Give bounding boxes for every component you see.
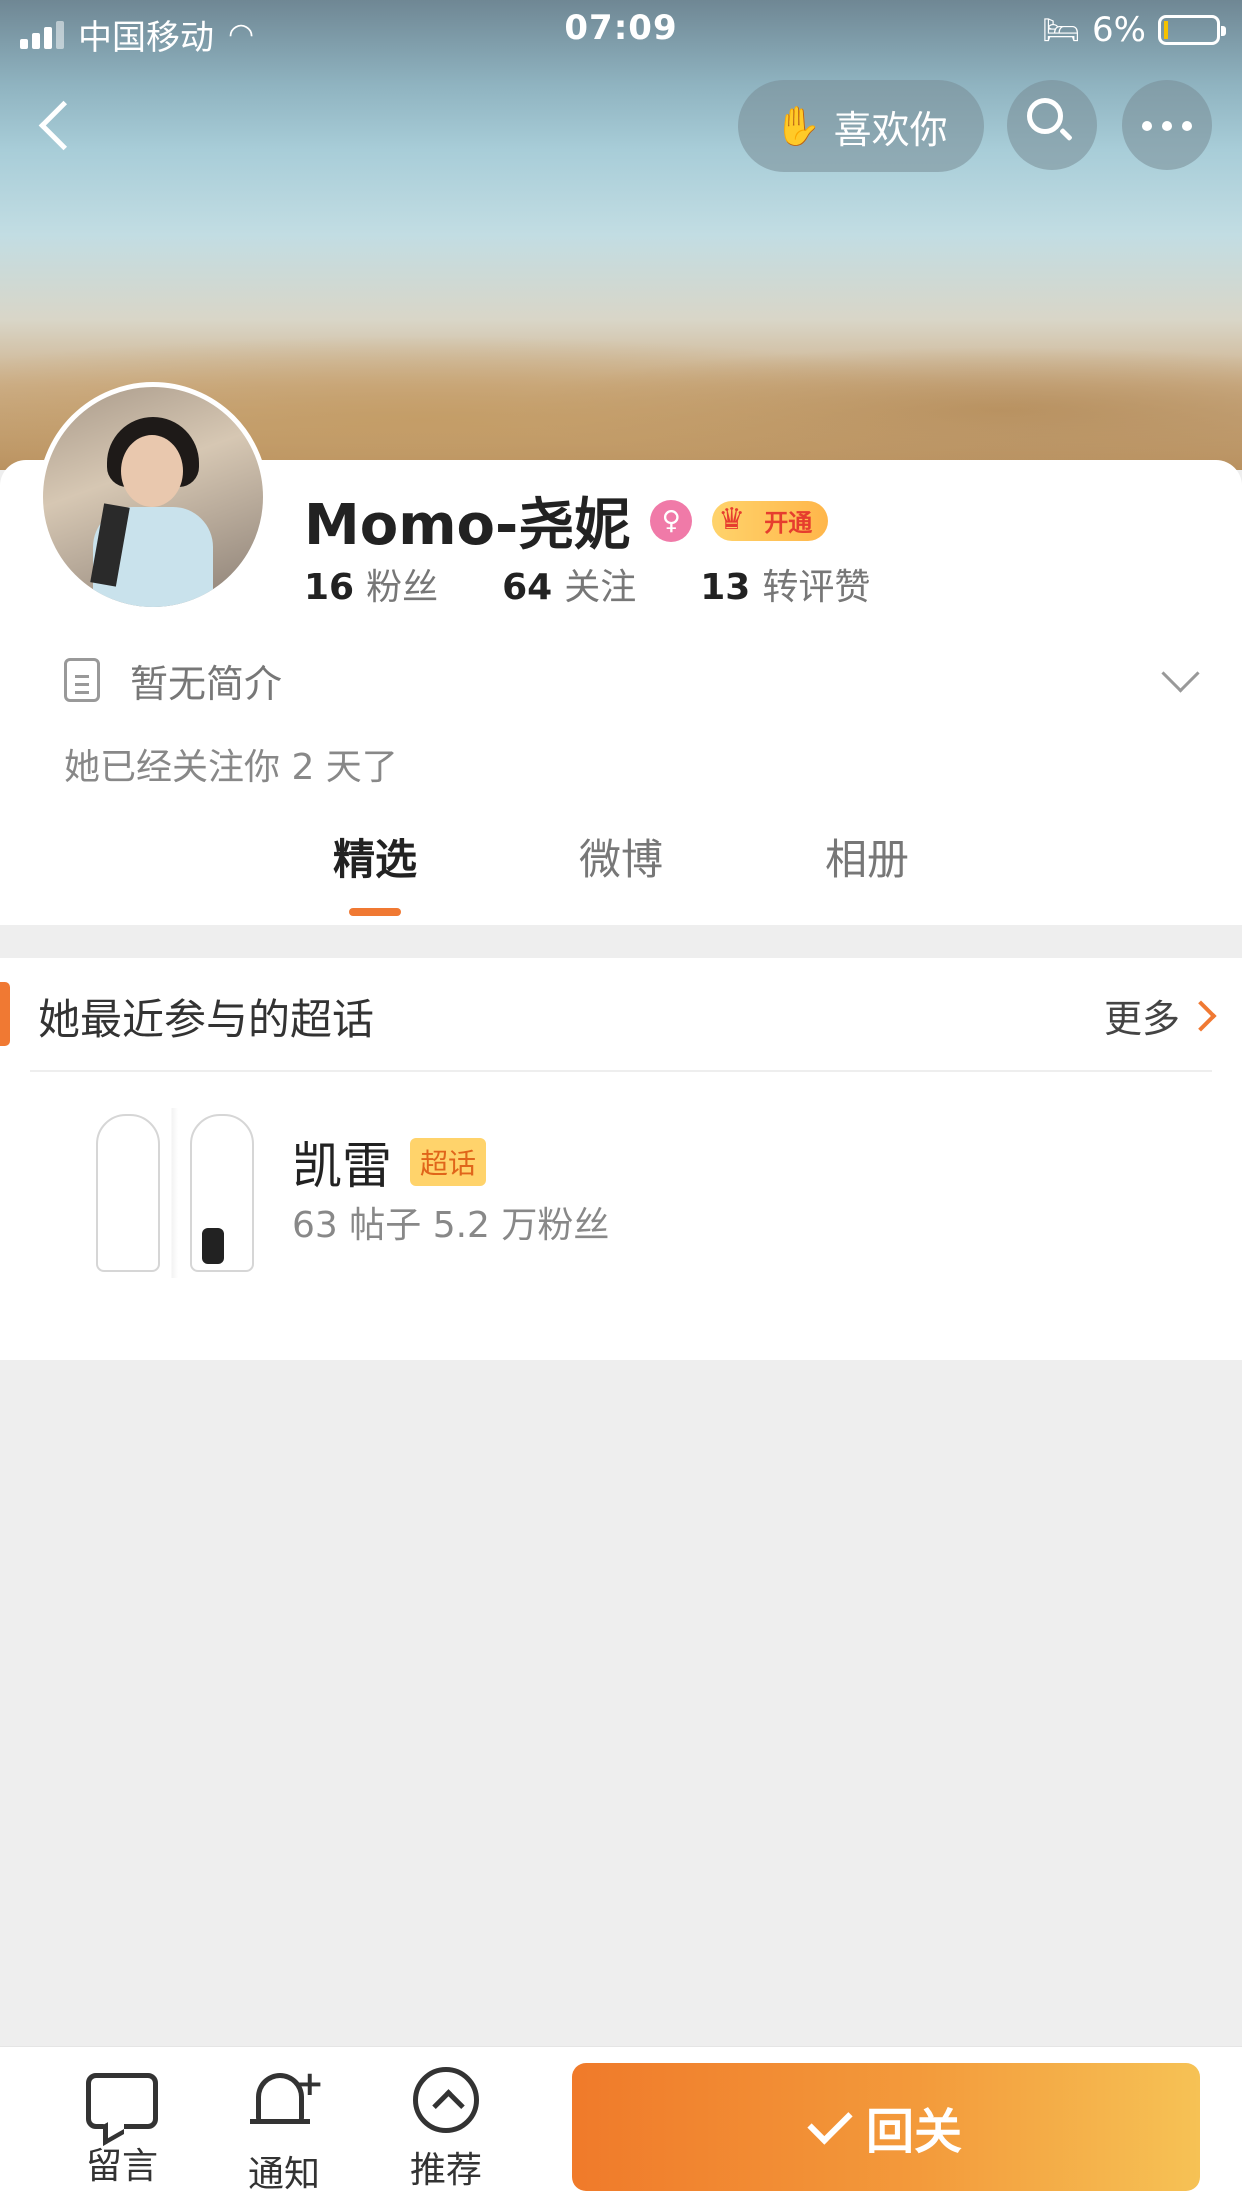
- recommend-button[interactable]: 推荐: [386, 2067, 506, 2193]
- name-row: Momo-尧妮 ♀ ♛ 开通: [304, 480, 829, 561]
- stat-fans[interactable]: 16 粉丝: [304, 558, 438, 610]
- status-bar: 中国移动 ◠ 07:09 🛏 6%: [0, 0, 1242, 62]
- tab-featured[interactable]: 精选: [252, 830, 498, 920]
- battery-percent: 6%: [1092, 10, 1146, 50]
- super-topic-item[interactable]: 凯雷 超话 63 帖子 5.2 万粉丝: [0, 1108, 1242, 1328]
- super-topic-meta: 63 帖子 5.2 万粉丝: [292, 1205, 610, 1246]
- super-topic-section: 她最近参与的超话 更多 凯雷 超话 63 帖子 5.2 万粉丝: [0, 958, 1242, 1360]
- super-topic-header: 她最近参与的超话 更多: [0, 958, 1242, 1070]
- username: Momo-尧妮: [304, 493, 631, 558]
- bed-icon: 🛏: [1041, 12, 1081, 48]
- stat-interactions-value: 13: [700, 567, 751, 608]
- super-topic-thumbnail: [90, 1108, 260, 1278]
- status-right: 🛏 6%: [1041, 10, 1226, 50]
- super-topic-name: 凯雷: [292, 1137, 392, 1195]
- female-gender-icon: ♀: [650, 499, 693, 542]
- vip-open-badge[interactable]: ♛ 开通: [712, 500, 829, 541]
- bio-row[interactable]: 暂无简介: [64, 650, 1204, 710]
- follow-duration-note: 她已经关注你 2 天了: [64, 747, 398, 788]
- more-button[interactable]: [1122, 80, 1212, 170]
- top-nav: ✋ 喜欢你: [0, 80, 1242, 172]
- bottom-action-bar: 留言 + 通知 推荐 回关: [0, 2046, 1242, 2209]
- check-icon: [807, 2099, 853, 2145]
- notify-button[interactable]: + 通知: [224, 2067, 344, 2197]
- avatar[interactable]: [38, 382, 268, 612]
- like-you-label: 喜欢你: [833, 107, 948, 152]
- bio-text: 暂无简介: [130, 661, 283, 706]
- more-label: 更多: [1103, 997, 1180, 1041]
- profile-tabs: 精选 微博 相册: [0, 830, 1242, 920]
- chevron-down-icon[interactable]: [1161, 654, 1200, 693]
- section-accent-bar: [0, 982, 10, 1046]
- stat-interactions[interactable]: 13 转评赞: [700, 558, 870, 610]
- search-button[interactable]: [1007, 80, 1097, 170]
- super-topic-badge: 超话: [410, 1138, 487, 1186]
- chevron-up-circle-icon: [413, 2067, 479, 2133]
- profile-stats: 16 粉丝 64 关注 13 转评赞: [304, 558, 870, 610]
- chevron-right-icon: [1185, 999, 1217, 1032]
- stat-following-label: 关注: [564, 567, 637, 608]
- bell-icon: +: [244, 2067, 324, 2137]
- message-button[interactable]: 留言: [62, 2067, 182, 2189]
- follow-back-button[interactable]: 回关: [572, 2063, 1200, 2191]
- hand-icon: ✋: [774, 103, 822, 148]
- battery-icon: [1158, 15, 1226, 45]
- back-button[interactable]: [28, 90, 88, 162]
- stat-interactions-label: 转评赞: [762, 567, 871, 608]
- more-link[interactable]: 更多: [1103, 988, 1217, 1043]
- super-topic-name-row: 凯雷 超话: [292, 1126, 487, 1198]
- stat-fans-value: 16: [304, 567, 355, 608]
- stat-fans-label: 粉丝: [366, 567, 439, 608]
- notify-label: 通知: [247, 2154, 320, 2195]
- message-icon: [86, 2073, 158, 2129]
- stat-following-value: 64: [502, 567, 553, 608]
- vip-label: 开通: [764, 509, 813, 537]
- tab-weibo[interactable]: 微博: [498, 830, 744, 920]
- tab-album[interactable]: 相册: [744, 830, 990, 920]
- document-icon: [64, 658, 100, 702]
- stat-following[interactable]: 64 关注: [502, 558, 636, 610]
- super-topic-title: 她最近参与的超话: [38, 995, 375, 1044]
- message-label: 留言: [85, 2146, 158, 2187]
- divider: [30, 1070, 1212, 1072]
- recommend-label: 推荐: [409, 2150, 482, 2191]
- follow-back-label: 回关: [865, 2104, 962, 2160]
- more-icon: [1142, 121, 1192, 131]
- crown-icon: ♛: [718, 501, 746, 537]
- like-you-button[interactable]: ✋ 喜欢你: [738, 80, 984, 172]
